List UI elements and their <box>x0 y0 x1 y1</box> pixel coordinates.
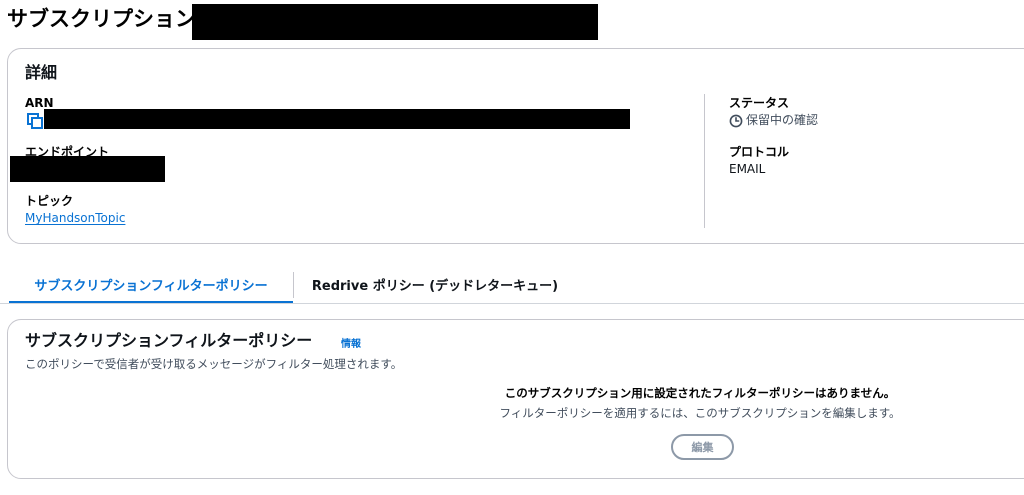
empty-state-title: このサブスクリプション用に設定されたフィルターポリシーはありません。 <box>504 386 896 400</box>
protocol-value: EMAIL <box>729 162 766 176</box>
tab-separator <box>293 272 294 298</box>
details-panel <box>7 48 1024 244</box>
status-label: ステータス <box>729 96 790 110</box>
status-value: 保留中の確認 <box>746 113 819 127</box>
protocol-label: プロトコル <box>729 145 790 159</box>
redacted-arn-value <box>44 109 630 129</box>
tabs-baseline <box>0 303 1024 304</box>
status-indicator: 保留中の確認 <box>729 113 818 128</box>
topic-label: トピック <box>25 194 74 208</box>
filter-policy-heading: サブスクリプションフィルターポリシー <box>25 331 313 350</box>
filter-policy-description: このポリシーで受信者が受け取るメッセージがフィルター処理されます。 <box>25 357 403 371</box>
redacted-endpoint-value <box>10 156 165 182</box>
column-divider <box>704 94 705 228</box>
tab-subscription-filter-policy[interactable]: サブスクリプションフィルターポリシー <box>9 268 293 304</box>
redacted-subscription-id <box>192 4 598 40</box>
clock-icon <box>729 114 743 128</box>
details-heading: 詳細 <box>25 63 58 82</box>
info-link[interactable]: 情報 <box>341 338 361 351</box>
tab-redrive-policy[interactable]: Redrive ポリシー (デッドレターキュー) <box>295 268 575 304</box>
empty-state-description: フィルターポリシーを適用するには、このサブスクリプションを編集します。 <box>499 406 901 420</box>
topic-link[interactable]: MyHandsonTopic <box>25 211 125 226</box>
edit-button[interactable]: 編集 <box>671 434 734 460</box>
copy-icon[interactable] <box>27 113 43 129</box>
page-title: サブスクリプション <box>7 7 196 31</box>
